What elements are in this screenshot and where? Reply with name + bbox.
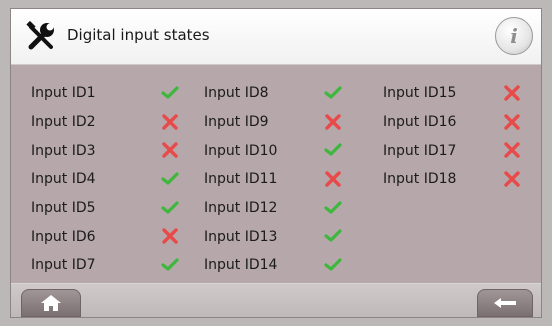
checkmark-icon <box>161 86 179 99</box>
cross-icon <box>504 113 520 130</box>
input-label: Input ID7 <box>31 257 96 274</box>
checkmark-icon <box>161 172 179 185</box>
input-row: Input ID4 <box>31 165 179 194</box>
input-row: Input ID9 <box>204 108 341 137</box>
input-label: Input ID1 <box>31 85 96 102</box>
input-label: Input ID18 <box>383 171 457 188</box>
input-label: Input ID6 <box>31 228 96 245</box>
cross-icon <box>325 113 341 130</box>
input-row: Input ID2 <box>31 108 178 137</box>
checkmark-icon <box>324 229 342 243</box>
input-state-grid: Input ID1 Input ID2 Input ID3 Input ID4 Inpu… <box>11 79 541 279</box>
input-column-2: Input ID8 Input ID9 Input ID10 Input ID11 In… <box>204 79 342 280</box>
page-title: Digital input states <box>67 26 210 44</box>
input-label: Input ID15 <box>383 85 457 102</box>
checkmark-icon <box>161 258 179 271</box>
input-row: Input ID1 <box>31 79 179 108</box>
tools-icon <box>26 21 54 50</box>
input-label: Input ID16 <box>383 114 457 131</box>
home-button[interactable] <box>21 289 81 317</box>
input-label: Input ID9 <box>204 114 269 131</box>
footer-bar <box>11 283 541 317</box>
input-label: Input ID4 <box>31 171 96 188</box>
input-label: Input ID11 <box>204 171 278 188</box>
input-row: Input ID12 <box>204 194 342 223</box>
input-row: Input ID8 <box>204 79 342 108</box>
input-row: Input ID15 <box>383 79 520 108</box>
checkmark-icon <box>161 201 179 214</box>
input-label: Input ID13 <box>204 228 278 245</box>
checkmark-icon <box>324 258 342 271</box>
input-label: Input ID5 <box>31 200 96 217</box>
input-row: Input ID16 <box>383 108 520 137</box>
input-row: Input ID14 <box>204 251 342 280</box>
input-label: Input ID3 <box>31 142 96 159</box>
info-button[interactable]: i <box>495 17 533 55</box>
input-row: Input ID6 <box>31 222 178 251</box>
cross-icon <box>162 113 178 130</box>
input-label: Input ID2 <box>31 114 96 131</box>
main-panel: Digital input states i Input ID1 Input ID… <box>10 8 542 318</box>
cross-icon <box>504 171 520 187</box>
input-row: Input ID5 <box>31 194 179 223</box>
input-column-3: Input ID15 Input ID16 Input ID17 Input ID18 <box>383 79 520 194</box>
header-bar: Digital input states i <box>11 9 541 65</box>
home-icon <box>41 295 61 311</box>
input-label: Input ID8 <box>204 85 269 102</box>
input-row: Input ID17 <box>383 136 520 165</box>
input-row: Input ID7 <box>31 251 179 280</box>
input-label: Input ID14 <box>204 257 278 274</box>
cross-icon <box>162 142 178 159</box>
input-row: Input ID11 <box>204 165 341 194</box>
checkmark-icon <box>324 86 342 99</box>
cross-icon <box>504 85 520 101</box>
checkmark-icon <box>324 201 342 214</box>
info-icon: i <box>510 24 518 48</box>
input-column-1: Input ID1 Input ID2 Input ID3 Input ID4 Inpu… <box>31 79 179 280</box>
cross-icon <box>325 171 341 187</box>
input-label: Input ID10 <box>204 142 278 159</box>
input-row: Input ID3 <box>31 136 178 165</box>
input-row: Input ID13 <box>204 222 342 251</box>
back-button[interactable] <box>477 289 533 317</box>
back-arrow-icon <box>494 298 516 308</box>
input-row: Input ID10 <box>204 136 342 165</box>
checkmark-icon <box>324 143 342 156</box>
cross-icon <box>162 228 178 245</box>
input-row: Input ID18 <box>383 165 520 194</box>
input-label: Input ID17 <box>383 142 457 159</box>
cross-icon <box>504 142 520 159</box>
input-label: Input ID12 <box>204 200 278 217</box>
